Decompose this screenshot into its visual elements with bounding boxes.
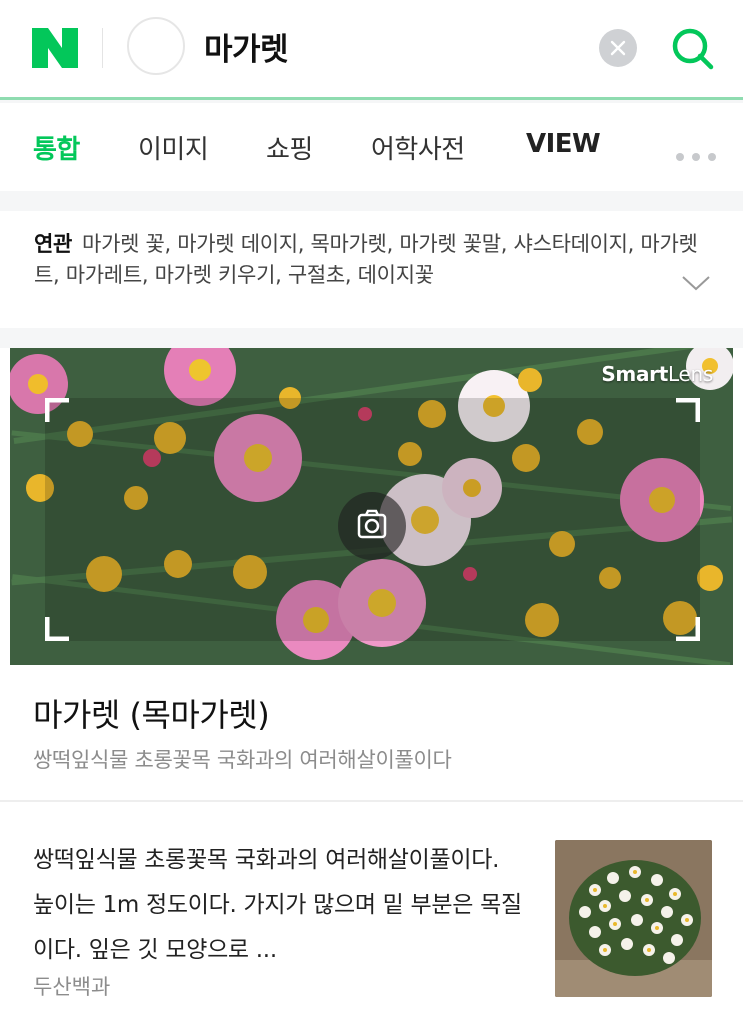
- related-text[interactable]: 연관 마가렛 꽃, 마가렛 데이지, 목마가렛, 마가렛 꽃말, 샤스타데이지, …: [34, 229, 714, 291]
- tab-images[interactable]: 이미지: [138, 129, 209, 166]
- smartlens-badge: SmartLens: [601, 362, 713, 386]
- related-list[interactable]: 마가렛 꽃, 마가렛 데이지, 목마가렛, 마가렛 꽃말, 샤스타데이지, 마가…: [34, 232, 698, 287]
- chevron-down-icon[interactable]: [681, 274, 711, 292]
- more-icon[interactable]: [676, 146, 726, 161]
- tab-view[interactable]: VIEW: [526, 129, 601, 159]
- result-title[interactable]: 마가렛 (목마가렛): [33, 690, 270, 736]
- result-card: SmartLens 마가렛 (목마가렛) 쌍떡잎식물 초롱꽃목 국화과의 여러해…: [0, 348, 743, 1033]
- camera-scan-icon[interactable]: [338, 492, 406, 560]
- search-input[interactable]: 마가렛: [204, 24, 289, 69]
- related-searches: 연관 마가렛 꽃, 마가렛 데이지, 목마가렛, 마가렛 꽃말, 샤스타데이지, …: [0, 211, 743, 328]
- tab-integrated[interactable]: 통합: [33, 129, 80, 166]
- result-subtitle: 쌍떡잎식물 초롱꽃목 국화과의 여러해살이풀이다: [33, 748, 452, 772]
- smartlens-icon[interactable]: [127, 17, 185, 75]
- tab-fade: [600, 103, 670, 191]
- clear-icon[interactable]: [599, 29, 637, 67]
- tab-dictionary[interactable]: 어학사전: [371, 129, 465, 166]
- result-description[interactable]: 쌍떡잎식물 초롱꽃목 국화과의 여러해살이풀이다. 높이는 1m 정도이다. 가…: [33, 838, 523, 973]
- tab-shopping[interactable]: 쇼핑: [266, 129, 313, 166]
- search-bar: 마가렛: [0, 0, 743, 100]
- related-heading: 연관: [34, 232, 73, 256]
- card-divider: [0, 800, 743, 802]
- source-label[interactable]: 두산백과: [33, 971, 110, 1001]
- search-tabs: 통합 이미지 쇼핑 어학사전 VIEW: [0, 103, 743, 191]
- thumbnail-image[interactable]: [555, 840, 712, 997]
- header-divider: [102, 28, 103, 68]
- search-icon[interactable]: [668, 24, 716, 72]
- flower-photo[interactable]: SmartLens: [10, 348, 733, 665]
- naver-logo[interactable]: [32, 28, 78, 68]
